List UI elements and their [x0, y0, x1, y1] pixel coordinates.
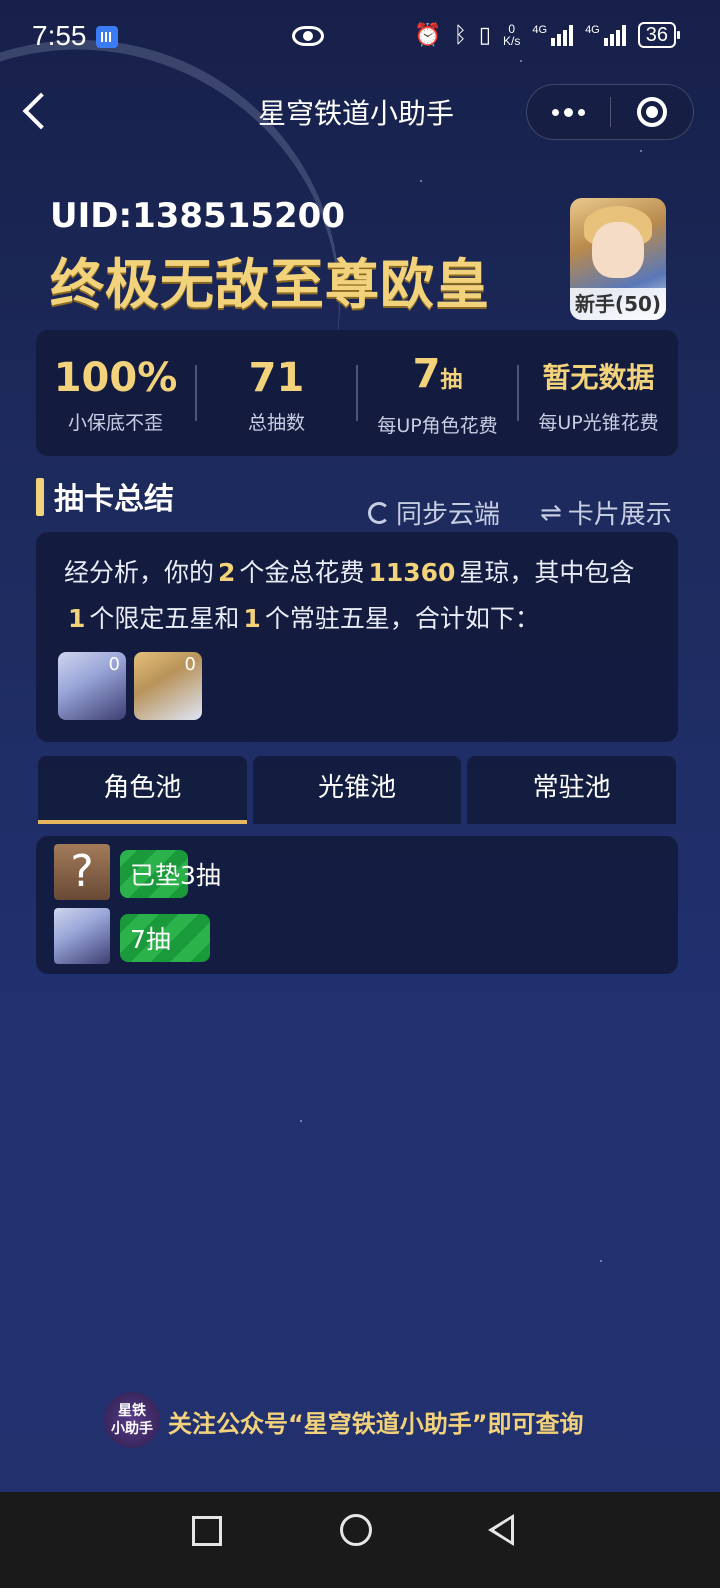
stat-value: 7抽 [412, 351, 463, 397]
standard-count: 1 [243, 604, 261, 633]
summary-text: 经分析，你的 2 个金总花费 11360 星琼，其中包含 1 个限定五星和 1 个常驻五星，合计… [64, 558, 635, 633]
close-miniprogram-icon[interactable] [611, 84, 694, 140]
status-bar: 7:55 ⏰ ᛒ ▯ 0 K/s 4G 4G 36 [0, 0, 720, 76]
footer-notice: 关注公众号“星穹铁道小助手”即可查询 [168, 1410, 584, 1438]
signal-label: 4G [532, 24, 548, 36]
miniprogram-capsule [526, 84, 694, 140]
stat-label: 总抽数 [247, 411, 305, 434]
signal-label: 4G [585, 24, 600, 36]
pull-records: ? 已垫3抽 7抽 [36, 836, 678, 974]
pity-label: 已垫3抽 [130, 861, 221, 890]
recent-apps-icon[interactable] [192, 1516, 222, 1546]
star-decor [640, 150, 642, 152]
avatar-badge: 新手(50) [570, 288, 666, 320]
card-display-button[interactable]: ⇌ 卡片展示 [540, 494, 672, 531]
section-title: 抽卡总结 [54, 482, 174, 517]
battery-icon: 36 [637, 22, 681, 48]
stat-total-pulls: 71 总抽数 [197, 352, 356, 435]
gold-count: 2 [218, 558, 236, 587]
refresh-icon [368, 501, 390, 524]
net-speed: 0 K/s [503, 23, 520, 47]
character-thumbnail[interactable]: 0 [134, 652, 202, 720]
rank-title: 终极无敌至尊欧皇 [50, 253, 490, 316]
star-decor [600, 1260, 602, 1262]
app-logo: 星铁 小助手 [104, 1392, 160, 1448]
logo-line1: 星铁 [118, 1403, 146, 1419]
stat-cost-per-up-lightcone: 暂无数据 每UP光锥花费 [519, 352, 678, 435]
signal-icon: 4G [585, 24, 626, 46]
tab-lightcone-pool[interactable]: 光锥池 [252, 756, 462, 824]
home-icon[interactable] [340, 1514, 372, 1546]
star-decor [300, 1120, 302, 1122]
avatar[interactable]: 新手(50) [570, 198, 666, 320]
back-nav-icon[interactable] [488, 1514, 514, 1546]
stat-value: 71 [248, 354, 305, 401]
status-time: 7:55 [32, 20, 87, 51]
sync-cloud-button[interactable]: 同步云端 [368, 494, 500, 531]
stat-cost-per-up-character: 7抽 每UP角色花费 [358, 348, 517, 438]
user-uid: UID:138515200 [50, 196, 345, 236]
limited-count: 1 [68, 604, 86, 633]
stat-label: 每UP角色花费 [377, 415, 498, 437]
stat-value: 暂无数据 [542, 360, 655, 394]
tab-character-pool[interactable]: 角色池 [38, 756, 247, 824]
card-display-label: 卡片展示 [567, 500, 672, 530]
pull-count-label: 7抽 [130, 925, 171, 954]
thumbnail-count: 0 [108, 654, 120, 675]
thumbnail-count: 0 [184, 654, 196, 675]
logo-line2: 小助手 [111, 1421, 153, 1437]
stats-panel: 100% 小保底不歪 71 总抽数 7抽 每UP角色花费 暂无数据 每UP光锥花… [36, 330, 678, 456]
voice-icon [96, 26, 118, 48]
stat-no-loss-rate: 100% 小保底不歪 [36, 352, 195, 435]
unknown-character-icon: ? [54, 844, 110, 900]
vibrate-icon: ▯ [478, 22, 492, 47]
character-avatar [54, 908, 110, 964]
stat-label: 每UP光锥花费 [538, 411, 659, 434]
bluetooth-icon: ᛒ [453, 22, 467, 47]
alarm-icon: ⏰ [414, 22, 442, 47]
more-icon[interactable] [527, 84, 610, 140]
summary-panel: 经分析，你的 2 个金总花费 11360 星琼，其中包含 1 个限定五星和 1 个常驻五星，合计… [36, 532, 678, 742]
tab-standard-pool[interactable]: 常驻池 [467, 756, 677, 824]
sync-cloud-label: 同步云端 [396, 500, 501, 530]
avatar-face [592, 222, 644, 278]
total-cost: 11360 [368, 558, 456, 587]
system-navigation-bar [0, 1492, 720, 1588]
pool-tabs: 角色池 光锥池 常驻池 [38, 756, 677, 824]
signal-icon: 4G [532, 24, 574, 46]
swap-icon: ⇌ [540, 497, 562, 528]
star-decor [420, 180, 422, 182]
stat-value: 100% [53, 354, 178, 401]
section-marker [36, 478, 44, 516]
system-icons: ⏰ ᛒ ▯ 0 K/s 4G 4G 36 [414, 22, 681, 48]
character-thumbnail[interactable]: 0 [58, 652, 126, 720]
eye-icon [292, 26, 324, 46]
stat-label: 小保底不歪 [67, 411, 163, 434]
net-speed-unit: K/s [503, 34, 521, 48]
